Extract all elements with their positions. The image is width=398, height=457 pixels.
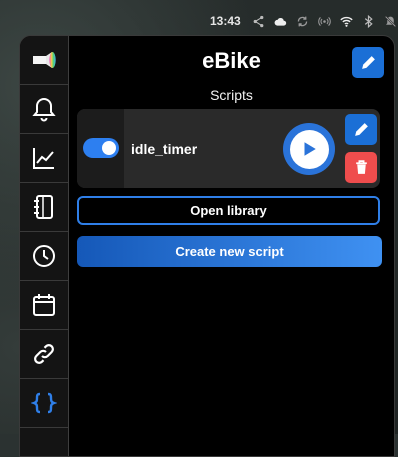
sidebar-item-charts[interactable] — [20, 134, 68, 183]
chart-line-icon — [33, 148, 54, 169]
cloud-icon — [274, 17, 286, 26]
link-icon — [34, 344, 54, 364]
bell-icon — [32, 97, 56, 122]
sidebar-item-notifications[interactable] — [20, 85, 68, 134]
clock-icon — [33, 245, 55, 267]
sidebar — [20, 36, 69, 456]
braces-icon — [31, 392, 57, 414]
pencil-icon — [361, 56, 375, 69]
create-new-script-button[interactable]: Create new script — [77, 236, 382, 267]
sidebar-item-calendar[interactable] — [20, 281, 68, 330]
run-script-button[interactable] — [283, 123, 335, 175]
notifications-off-icon — [384, 15, 396, 27]
system-status-bar: 13:43 — [210, 10, 398, 32]
section-subtitle: Scripts — [210, 87, 253, 103]
toggle-knob — [102, 141, 116, 155]
edit-device-button[interactable] — [352, 47, 384, 78]
clock-time: 13:43 — [210, 14, 241, 28]
sidebar-item-device[interactable] — [20, 36, 68, 85]
sync-icon — [297, 16, 307, 26]
sidebar-item-scripts[interactable] — [20, 379, 68, 428]
wifi-icon — [340, 16, 353, 27]
bluetooth-icon — [364, 14, 373, 28]
script-enable-toggle[interactable] — [83, 138, 119, 158]
main-content: eBike Scripts idle_timer Open library Cr… — [69, 36, 394, 456]
play-button-inner — [289, 129, 329, 169]
edit-script-button[interactable] — [345, 114, 377, 145]
sidebar-item-history[interactable] — [20, 232, 68, 281]
sidebar-item-links[interactable] — [20, 330, 68, 379]
play-icon — [304, 142, 316, 156]
share-icon — [253, 15, 264, 27]
trash-icon — [355, 160, 367, 174]
app-window: eBike Scripts idle_timer Open library Cr… — [19, 35, 395, 457]
pencil-icon — [354, 123, 368, 136]
open-library-button[interactable]: Open library — [77, 196, 380, 225]
sidebar-item-notebook[interactable] — [20, 183, 68, 232]
page-title: eBike — [202, 48, 261, 73]
hotspot-icon — [317, 16, 331, 26]
script-name: idle_timer — [131, 141, 198, 157]
delete-script-button[interactable] — [345, 152, 377, 183]
script-card: idle_timer — [77, 109, 380, 188]
bike-light-icon — [33, 52, 56, 68]
calendar-icon — [33, 294, 55, 316]
notebook-icon — [34, 195, 53, 219]
